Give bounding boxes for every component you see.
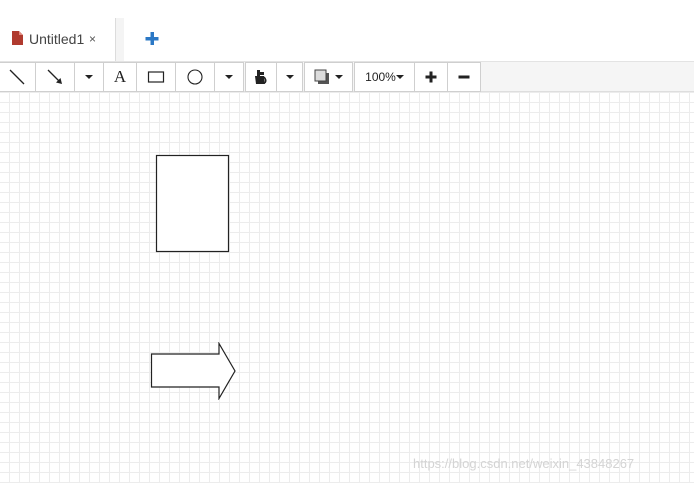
line-icon: [9, 69, 25, 85]
tab-separator: [116, 18, 124, 61]
text-tool-button[interactable]: A: [103, 62, 137, 92]
watermark: https://blog.csdn.net/weixin_43848267: [413, 456, 635, 471]
block-arrow-shape[interactable]: [150, 342, 238, 400]
fill-color-dropdown[interactable]: [276, 62, 303, 92]
rectangle-tool-button[interactable]: [136, 62, 176, 92]
text-tool-label: A: [113, 67, 127, 86]
shape-dropdown[interactable]: [214, 62, 244, 92]
plus-icon: [145, 32, 159, 45]
paint-bucket-icon: [255, 70, 267, 84]
shadow-button[interactable]: [304, 62, 353, 92]
line-style-dropdown[interactable]: [74, 62, 104, 92]
minus-icon: [458, 75, 470, 79]
toolbar: A 100%: [0, 61, 694, 92]
plus-icon: [425, 71, 437, 83]
tab-title: Untitled1: [29, 31, 85, 47]
rectangle-shape[interactable]: [155, 154, 231, 253]
chevron-down-icon: [335, 75, 343, 79]
zoom-level: 100%: [365, 70, 396, 84]
shadow-icon: [314, 69, 329, 84]
rectangle-icon: [147, 71, 165, 83]
tab-untitled1[interactable]: Untitled1 ×: [0, 18, 116, 61]
chevron-down-icon: [85, 75, 93, 79]
zoom-out-button[interactable]: [447, 62, 481, 92]
chevron-down-icon: [225, 75, 233, 79]
drawing-canvas[interactable]: [0, 92, 694, 483]
tab-bar: Untitled1 ×: [0, 0, 694, 61]
file-icon: [12, 31, 23, 50]
ellipse-icon: [187, 69, 203, 85]
zoom-in-button[interactable]: [414, 62, 448, 92]
arrow-tool-button[interactable]: [35, 62, 75, 92]
ellipse-tool-button[interactable]: [175, 62, 215, 92]
line-tool-button[interactable]: [0, 62, 36, 92]
tab-close-button[interactable]: ×: [89, 32, 96, 46]
arrow-line-icon: [47, 69, 62, 84]
add-tab-button[interactable]: [143, 28, 161, 48]
fill-color-button[interactable]: [245, 62, 277, 92]
chevron-down-icon: [395, 75, 404, 79]
chevron-down-icon: [285, 75, 294, 79]
zoom-dropdown[interactable]: 100%: [354, 62, 415, 92]
